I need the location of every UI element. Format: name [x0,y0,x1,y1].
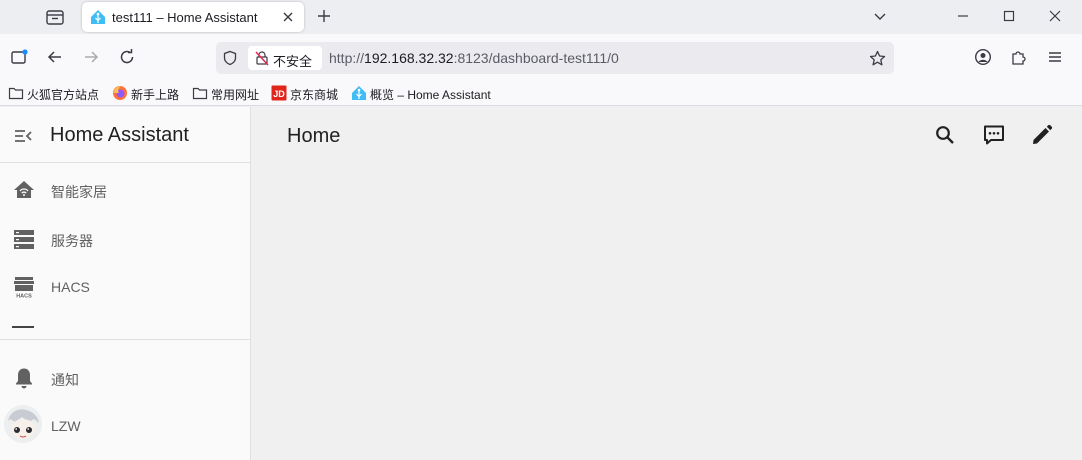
url-prefix: http:// [329,50,365,66]
sidebar-toggle-icon[interactable] [10,48,28,66]
sidebar-separator [0,339,250,340]
svg-text:JD: JD [273,89,285,99]
home-assistant-icon [351,85,367,101]
svg-text:HACS: HACS [16,294,32,300]
ha-main: Home [251,107,1082,460]
home-icon [12,178,36,202]
back-icon[interactable] [46,48,64,66]
page-title: Home [287,125,341,147]
bookmarks-bar: 火狐官方站点 新手上路 常用网址 JD 京东商城 概览 – Home Assis… [0,80,1082,106]
url-path: :8123/dashboard-test111/0 [453,50,619,66]
account-icon[interactable] [974,48,992,66]
sidebar-item-notifications[interactable]: 通知 [0,355,250,401]
hacs-store-icon: HACS [12,275,36,299]
bell-icon [12,366,36,390]
close-window-icon[interactable] [1047,8,1063,24]
edit-pencil-icon[interactable] [1030,123,1054,147]
main-toolbar: Home [251,107,1082,163]
browser-tab-strip: test111 – Home Assistant [0,0,1082,34]
sidebar-divider-handle [12,326,34,328]
browser-tab[interactable]: test111 – Home Assistant [82,2,304,32]
sidebar-item-smart-home[interactable]: 智能家居 [0,167,250,213]
maximize-icon[interactable] [1001,8,1017,24]
sidebar-item-hacs[interactable]: HACS HACS [0,264,250,310]
forward-icon[interactable] [82,48,100,66]
folder-icon [8,85,24,101]
folder-icon [192,85,208,101]
url-host: 192.168.32.32 [364,50,454,66]
url-bar[interactable]: 不安全 http://192.168.32.32:8123/dashboard-… [216,42,894,74]
sidebar-item-label: 通知 [51,372,79,388]
tab-groups-icon[interactable] [44,7,66,27]
tab-title: test111 – Home Assistant [112,10,258,25]
firefox-icon [112,85,128,101]
bookmark-label: 火狐官方站点 [27,88,100,102]
shield-icon[interactable] [222,50,238,66]
insecure-lock-icon [254,50,270,66]
insecure-connection-indicator[interactable]: 不安全 [248,46,322,70]
jd-icon: JD [271,85,287,101]
browser-navbar: 不安全 http://192.168.32.32:8123/dashboard-… [0,34,1082,80]
sidebar-item-label: HACS [51,279,90,295]
bookmark-label: 常用网址 [211,88,260,102]
bookmark-label: 京东商城 [290,88,339,102]
assist-chat-icon[interactable] [982,123,1006,147]
menu-icon[interactable] [1046,48,1064,66]
reload-icon[interactable] [118,48,136,66]
bookmark-label: 新手上路 [131,88,180,102]
avatar[interactable] [4,405,42,443]
app-title: Home Assistant [50,124,189,146]
server-icon [12,227,36,251]
minimize-icon[interactable] [955,8,971,24]
url-text[interactable]: http://192.168.32.32:8123/dashboard-test… [329,50,619,66]
sidebar-item-label: 服务器 [51,233,93,249]
chevron-down-icon[interactable] [872,8,888,24]
bookmark-star-icon[interactable] [869,50,886,67]
close-tab-icon[interactable] [280,9,296,25]
ha-sidebar: Home Assistant 智能家居 服务器 HACS HACS 通知 LZW [0,107,251,460]
new-tab-icon[interactable] [316,8,332,24]
user-name: LZW [51,418,81,434]
extensions-icon[interactable] [1010,48,1028,66]
search-icon[interactable] [933,123,957,147]
bookmark-label: 概览 – Home Assistant [370,88,491,102]
sidebar-item-label: 智能家居 [51,184,107,200]
home-assistant-icon [90,9,106,25]
sidebar-header: Home Assistant [0,107,250,163]
sidebar-item-server[interactable]: 服务器 [0,216,250,262]
insecure-label: 不安全 [273,54,313,69]
menu-collapse-icon[interactable] [12,125,34,147]
